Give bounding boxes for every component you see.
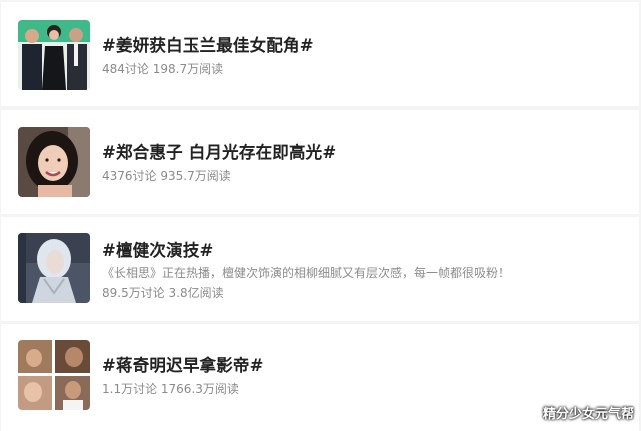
four-stills-collage-icon bbox=[18, 340, 90, 410]
topic-card[interactable]: #檀健次演技# 《长相思》正在热播，檀健次饰演的相柳细腻又有层次感，每一帧都很吸… bbox=[1, 217, 639, 321]
topic-stats: 4376讨论 935.7万阅读 bbox=[102, 169, 231, 183]
white-haired-character-photo-icon bbox=[18, 233, 90, 303]
topic-thumbnail[interactable] bbox=[18, 20, 90, 90]
topic-stats: 89.5万讨论 3.8亿阅读 bbox=[102, 286, 224, 300]
topic-description: 《长相思》正在热播，檀健次饰演的相柳细腻又有层次感，每一帧都很吸粉！ bbox=[102, 266, 511, 280]
three-people-photo-icon bbox=[18, 20, 90, 90]
topic-stats: 484讨论 198.7万阅读 bbox=[102, 62, 224, 76]
smiling-woman-photo-icon bbox=[18, 127, 90, 197]
topic-title[interactable]: #姜妍获白玉兰最佳女配角# bbox=[102, 32, 314, 56]
watermark: 精分少女元气帮 bbox=[542, 407, 634, 422]
topic-title[interactable]: #蒋奇明迟早拿影帝# bbox=[102, 352, 264, 376]
topic-title[interactable]: #郑合惠子 白月光存在即高光# bbox=[102, 139, 336, 163]
topic-card[interactable]: #郑合惠子 白月光存在即高光# 4376讨论 935.7万阅读 bbox=[1, 110, 639, 214]
topic-title[interactable]: #檀健次演技# bbox=[102, 237, 214, 261]
topic-stats: 1.1万讨论 1766.3万阅读 bbox=[102, 382, 239, 396]
topic-thumbnail[interactable] bbox=[18, 233, 90, 303]
topic-thumbnail[interactable] bbox=[18, 340, 90, 410]
topic-thumbnail[interactable] bbox=[18, 127, 90, 197]
topic-card[interactable]: #姜妍获白玉兰最佳女配角# 484讨论 198.7万阅读 bbox=[1, 2, 639, 106]
